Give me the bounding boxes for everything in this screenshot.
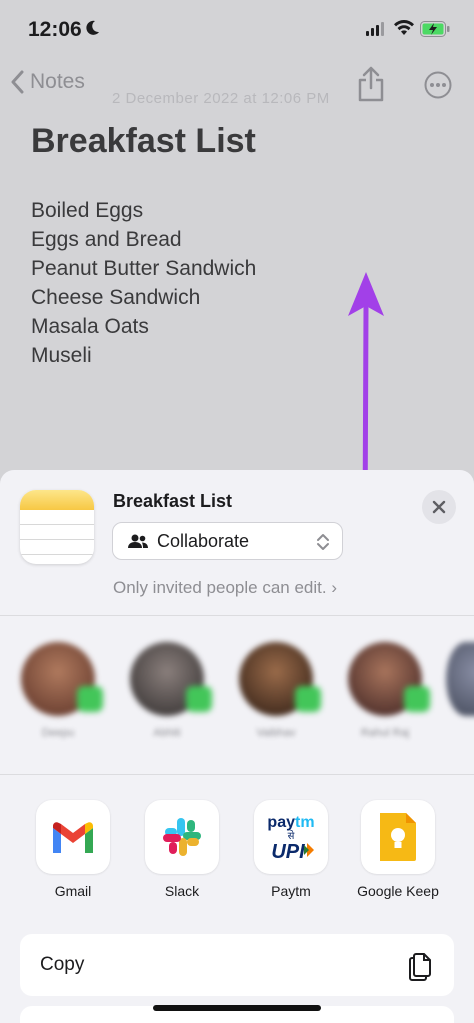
person-suggestion[interactable]: Deepu xyxy=(10,642,106,741)
note-title: Breakfast List xyxy=(31,122,256,160)
chevron-left-icon xyxy=(11,70,24,94)
messages-badge-icon xyxy=(295,686,321,712)
avatar xyxy=(239,642,321,716)
divider xyxy=(0,774,474,775)
wifi-icon xyxy=(394,20,414,35)
share-icon[interactable] xyxy=(356,66,386,102)
avatar xyxy=(21,642,103,716)
copy-label: Copy xyxy=(40,954,85,975)
avatar xyxy=(130,642,212,716)
more-icon[interactable] xyxy=(424,71,452,99)
note-date: 2 December 2022 at 12:06 PM xyxy=(112,90,330,107)
close-button[interactable] xyxy=(422,490,456,524)
note-body[interactable]: Boiled Eggs Eggs and Bread Peanut Butter… xyxy=(31,196,256,370)
note-line: Boiled Eggs xyxy=(31,199,144,222)
notes-app-icon xyxy=(20,490,94,564)
person-suggestion[interactable]: Abhiti xyxy=(119,642,215,741)
person-suggestion-partial[interactable] xyxy=(446,642,474,716)
messages-badge-icon xyxy=(77,686,103,712)
app-label: Slack xyxy=(164,883,200,899)
collaborate-dropdown[interactable]: Collaborate xyxy=(112,522,343,560)
collaborate-label: Collaborate xyxy=(157,530,250,551)
note-line: Eggs and Bread xyxy=(31,228,182,251)
app-label: Paytm xyxy=(271,883,311,899)
person-name: Vaibhav xyxy=(256,727,296,739)
person-suggestion[interactable]: Vaibhav xyxy=(228,642,324,741)
share-apps-row: Gmail Slack paytm से UPI Paytm Google Ke… xyxy=(0,800,474,910)
person-name: Rahul Raj xyxy=(360,727,410,739)
share-title: Breakfast List xyxy=(113,491,233,511)
copy-icon xyxy=(409,953,431,981)
person-name: Deepu xyxy=(41,727,75,739)
svg-text:UPI: UPI xyxy=(271,841,305,863)
app-label: Google Keep xyxy=(357,883,439,899)
app-slack[interactable]: Slack xyxy=(127,800,237,899)
share-sheet: Breakfast List Collaborate Only invited … xyxy=(0,470,474,1023)
note-line: Peanut Butter Sandwich xyxy=(31,257,257,280)
person-name: Abhiti xyxy=(153,727,181,739)
gmail-icon xyxy=(36,800,110,874)
signal-icon xyxy=(366,22,384,36)
app-paytm[interactable]: paytm से UPI Paytm xyxy=(236,800,346,899)
battery-charging-icon xyxy=(420,21,450,37)
messages-badge-icon xyxy=(186,686,212,712)
back-button[interactable]: Notes xyxy=(10,70,85,94)
app-gmail[interactable]: Gmail xyxy=(18,800,128,899)
paytm-upi-icon: paytm से UPI xyxy=(254,800,328,874)
app-label: Gmail xyxy=(54,883,92,899)
people-suggestions: Deepu Abhiti Vaibhav Rahul Raj xyxy=(0,616,474,774)
people-icon xyxy=(128,534,148,548)
invite-text: Only invited people can edit. xyxy=(113,578,327,597)
home-indicator[interactable] xyxy=(153,1005,321,1011)
moon-icon xyxy=(86,20,99,35)
avatar xyxy=(348,642,430,716)
share-sheet-header: Breakfast List Collaborate Only invited … xyxy=(0,470,474,615)
person-suggestion[interactable]: Rahul Raj xyxy=(337,642,433,741)
copy-action[interactable]: Copy xyxy=(20,934,454,996)
svg-text:paytm: paytm xyxy=(267,814,314,831)
chevron-right-icon: › xyxy=(331,578,337,597)
invite-permission-link[interactable]: Only invited people can edit. › xyxy=(113,578,337,598)
slack-icon xyxy=(145,800,219,874)
note-line: Masala Oats xyxy=(31,315,149,338)
note-line: Museli xyxy=(31,344,92,367)
status-bar: 12:06 xyxy=(0,0,474,60)
chevron-updown-icon xyxy=(317,534,329,550)
messages-badge-icon xyxy=(404,686,430,712)
google-keep-icon xyxy=(361,800,435,874)
status-time: 12:06 xyxy=(28,18,82,41)
close-icon xyxy=(432,500,446,514)
avatar xyxy=(446,642,474,716)
note-line: Cheese Sandwich xyxy=(31,286,201,309)
back-label: Notes xyxy=(30,70,85,93)
app-google-keep[interactable]: Google Keep xyxy=(343,800,453,899)
